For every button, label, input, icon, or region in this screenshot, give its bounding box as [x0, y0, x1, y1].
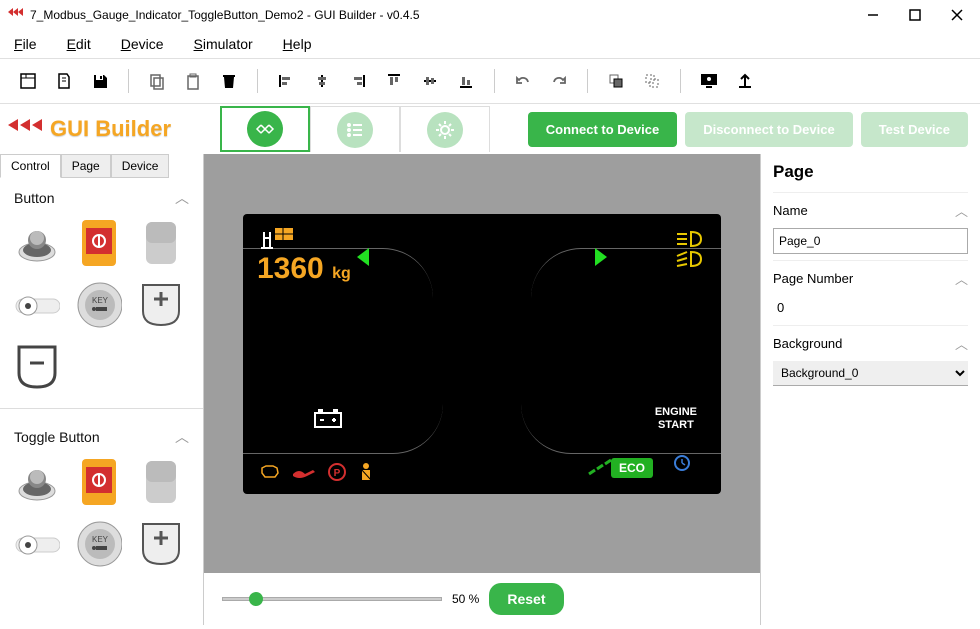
titlebar: 7_Modbus_Gauge_Indicator_ToggleButton_De…	[0, 0, 980, 30]
mode-settings-button[interactable]	[400, 106, 490, 152]
menu-device[interactable]: Device	[121, 36, 164, 52]
tab-device[interactable]: Device	[111, 154, 170, 178]
widget-button-plus[interactable]	[138, 282, 184, 328]
open-button[interactable]	[50, 67, 78, 95]
page-number-value: 0	[773, 296, 968, 325]
redo-button[interactable]	[545, 67, 573, 95]
undo-button[interactable]	[509, 67, 537, 95]
reset-button[interactable]: Reset	[489, 583, 563, 615]
widget-toggle-plus[interactable]	[138, 521, 184, 567]
page-name-input[interactable]	[773, 228, 968, 254]
new-button[interactable]	[14, 67, 42, 95]
widget-button-key[interactable]: KEY	[76, 282, 122, 328]
svg-text:KEY: KEY	[92, 296, 109, 305]
background-select[interactable]: Background_0	[773, 361, 968, 386]
gui-builder-logo: GUI Builder	[8, 116, 220, 142]
canvas-area[interactable]: 1360 kg P	[204, 154, 760, 625]
close-button[interactable]	[942, 5, 972, 25]
turn-left-icon	[351, 244, 377, 277]
mode-design-button[interactable]	[220, 106, 310, 152]
widget-toggle-rect[interactable]	[138, 459, 184, 505]
tab-control[interactable]: Control	[0, 154, 61, 178]
menubar: File Edit Device Simulator Help	[0, 30, 980, 58]
warning-indicators: P	[259, 462, 375, 482]
battery-icon	[313, 407, 343, 434]
zoom-slider-row: 50 % Reset	[204, 573, 760, 625]
widget-button-slider[interactable]	[14, 282, 60, 328]
widget-button-minus[interactable]	[14, 344, 60, 390]
upload-button[interactable]	[731, 67, 759, 95]
test-device-button: Test Device	[861, 112, 968, 147]
modebar: GUI Builder Connect to Device Disconnect…	[0, 104, 980, 154]
clock-icon	[673, 454, 691, 477]
zoom-slider-thumb[interactable]	[249, 592, 263, 606]
disconnect-to-device-button: Disconnect to Device	[685, 112, 853, 147]
headlight-icons	[663, 230, 705, 275]
section-toggle-header[interactable]: Toggle Button ︿	[14, 427, 189, 447]
toolbar	[0, 58, 980, 104]
left-panel: Control Page Device Button ︿ KEY Toggle …	[0, 154, 204, 625]
widget-button-joystick[interactable]	[14, 220, 60, 266]
widget-button-touch[interactable]	[76, 220, 122, 266]
widget-toggle-joystick[interactable]	[14, 459, 60, 505]
section-toggle-label: Toggle Button	[14, 429, 100, 445]
section-button-label: Button	[14, 190, 54, 206]
parking-brake-icon: P	[327, 462, 347, 482]
widget-toggle-slider[interactable]	[14, 521, 60, 567]
align-left-button[interactable]	[272, 67, 300, 95]
align-bottom-button[interactable]	[452, 67, 480, 95]
mode-list-button[interactable]	[310, 106, 400, 152]
check-engine-icon	[259, 463, 281, 481]
maximize-button[interactable]	[900, 5, 930, 25]
oil-icon	[291, 464, 317, 480]
turn-right-icon	[587, 244, 613, 277]
copy-button[interactable]	[143, 67, 171, 95]
properties-panel: Page Name︿ Page Number︿ 0 Background︿ Ba…	[760, 154, 980, 625]
send-back-button[interactable]	[638, 67, 666, 95]
gui-builder-logo-text: GUI Builder	[50, 116, 171, 142]
weight-readout: 1360 kg	[257, 252, 351, 286]
screen-button[interactable]	[695, 67, 723, 95]
widget-toggle-key[interactable]: KEY	[76, 521, 122, 567]
settings-mode-icon	[427, 112, 463, 148]
zoom-percent-label: 50 %	[452, 592, 479, 606]
menu-edit[interactable]: Edit	[67, 36, 91, 52]
align-right-button[interactable]	[344, 67, 372, 95]
seatbelt-icon	[357, 462, 375, 482]
widget-toggle-touch[interactable]	[76, 459, 122, 505]
zoom-slider[interactable]	[222, 597, 442, 601]
left-panel-tabs: Control Page Device	[0, 154, 203, 178]
eco-indicator: ECO	[587, 458, 653, 478]
chevron-up-icon: ︿	[175, 427, 189, 447]
save-button[interactable]	[86, 67, 114, 95]
align-top-button[interactable]	[380, 67, 408, 95]
dashboard-preview[interactable]: 1360 kg P	[243, 214, 721, 494]
delete-button[interactable]	[215, 67, 243, 95]
app-logo-icon	[8, 7, 24, 23]
svg-text:P: P	[334, 468, 341, 479]
menu-file[interactable]: File	[14, 36, 37, 52]
list-mode-icon	[337, 112, 373, 148]
align-center-v-button[interactable]	[416, 67, 444, 95]
widget-button-rect[interactable]	[138, 220, 184, 266]
paste-button[interactable]	[179, 67, 207, 95]
align-center-h-button[interactable]	[308, 67, 336, 95]
tab-page[interactable]: Page	[61, 154, 111, 178]
menu-help[interactable]: Help	[283, 36, 312, 52]
design-mode-icon	[247, 111, 283, 147]
bring-front-button[interactable]	[602, 67, 630, 95]
properties-title: Page	[773, 162, 968, 182]
svg-text:KEY: KEY	[92, 535, 109, 544]
menu-simulator[interactable]: Simulator	[194, 36, 253, 52]
minimize-button[interactable]	[858, 5, 888, 25]
section-button-header[interactable]: Button ︿	[14, 188, 189, 208]
connect-to-device-button[interactable]: Connect to Device	[528, 112, 677, 147]
engine-start-label: ENGINE START	[655, 406, 697, 432]
window-title: 7_Modbus_Gauge_Indicator_ToggleButton_De…	[30, 8, 420, 22]
prop-background-header[interactable]: Background︿	[773, 325, 968, 361]
prop-pagenum-header[interactable]: Page Number︿	[773, 260, 968, 296]
chevron-up-icon: ︿	[175, 188, 189, 208]
prop-name-header[interactable]: Name︿	[773, 192, 968, 228]
